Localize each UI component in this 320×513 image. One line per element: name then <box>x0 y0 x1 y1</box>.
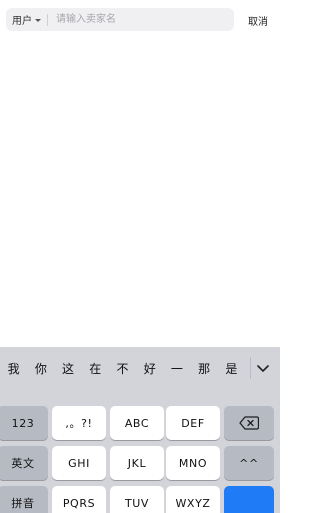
mno-key[interactable]: MNO <box>166 446 220 480</box>
candidate-word[interactable]: 你 <box>35 360 47 377</box>
jkl-key[interactable]: JKL <box>110 446 164 480</box>
pinyin-key[interactable]: 拼音 <box>0 486 48 513</box>
punctuation-key[interactable]: ,。?! <box>52 406 106 440</box>
ghi-key[interactable]: GHI <box>52 446 106 480</box>
abc-key[interactable]: ABC <box>110 406 164 440</box>
candidate-word[interactable]: 这 <box>62 360 74 377</box>
search-scope-dropdown[interactable]: 用户 <box>12 12 41 27</box>
candidate-bar: 我 你 这 在 不 好 一 那 是 <box>0 347 280 389</box>
candidate-list: 我 你 这 在 不 好 一 那 是 <box>0 347 245 389</box>
candidate-word[interactable]: 不 <box>116 360 128 377</box>
chinese-keyboard: 我 你 这 在 不 好 一 那 是 123 ,。?! ABC DEF 英文 GH… <box>0 347 280 513</box>
search-divider <box>47 13 48 26</box>
search-input[interactable] <box>54 13 228 26</box>
numbers-key[interactable]: 123 <box>0 406 48 440</box>
pqrs-key[interactable]: PQRS <box>52 486 106 513</box>
chevron-down-icon-svg <box>257 365 269 372</box>
search-bar: 用户 <box>6 8 234 31</box>
backspace-key[interactable] <box>224 406 274 440</box>
tuv-key[interactable]: TUV <box>110 486 164 513</box>
search-scope-label: 用户 <box>12 16 32 27</box>
enter-key[interactable] <box>224 486 274 513</box>
cancel-button[interactable]: 取消 <box>248 13 268 28</box>
backspace-icon <box>239 416 259 430</box>
wxyz-key[interactable]: WXYZ <box>166 486 220 513</box>
chevron-down-icon[interactable] <box>255 361 271 377</box>
candidate-word[interactable]: 那 <box>198 360 210 377</box>
search-header: 用户 取消 <box>0 0 280 40</box>
candidate-word[interactable]: 在 <box>89 360 101 377</box>
def-key[interactable]: DEF <box>166 406 220 440</box>
candidate-word[interactable]: 一 <box>171 360 183 377</box>
emoticon-key[interactable]: ^^ <box>224 446 274 480</box>
candidate-word[interactable]: 我 <box>8 360 20 377</box>
candidate-word[interactable]: 是 <box>225 360 237 377</box>
candidate-divider <box>250 357 251 379</box>
english-key[interactable]: 英文 <box>0 446 48 480</box>
candidate-word[interactable]: 好 <box>144 360 156 377</box>
caret-down-icon <box>35 18 41 22</box>
